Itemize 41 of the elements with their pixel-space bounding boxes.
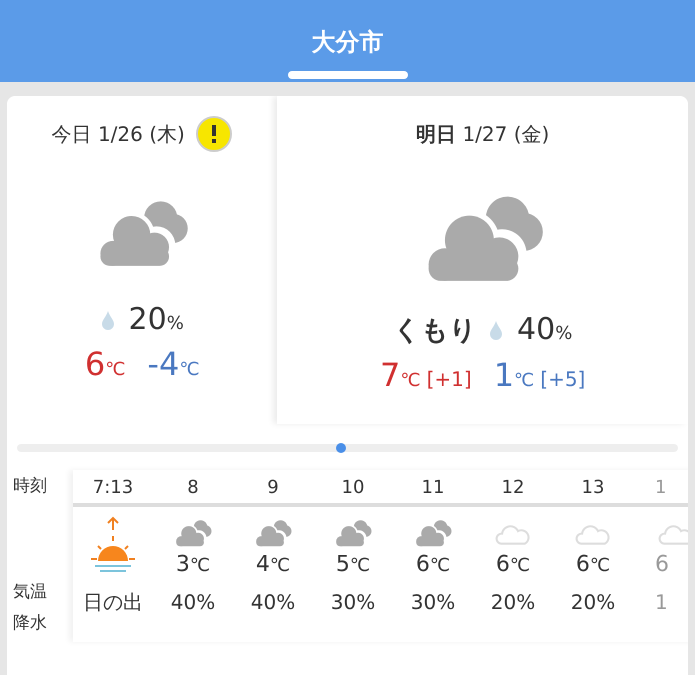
high-temp: 6℃ <box>84 345 126 383</box>
hour-precip: 40% <box>250 589 296 616</box>
precip-chance: 20% <box>128 302 184 337</box>
precip-chance: 40% <box>517 312 572 347</box>
hour-temp: 6℃ <box>416 552 450 579</box>
row-label: 時刻 <box>13 474 48 498</box>
row-label: 降水 <box>13 612 48 635</box>
hour-precip: 30% <box>330 589 376 616</box>
date-label: 今日 1/26 (木) <box>52 120 185 148</box>
hour-precip: 30% <box>410 589 456 616</box>
timeline-slider[interactable] <box>17 444 678 452</box>
low-temp: 1℃ [+5] <box>494 356 586 394</box>
date-label: 明日 1/27 (金) <box>416 120 550 148</box>
hour-temp: 6℃ <box>496 552 530 579</box>
low-temp: -4℃ <box>147 345 200 383</box>
hour-label: 7:13 <box>92 476 134 500</box>
row-label: 気温 <box>13 580 48 603</box>
high-temp: 7℃ [+1] <box>380 356 472 394</box>
slider-thumb[interactable] <box>336 443 346 453</box>
hour-precip: 40% <box>170 589 216 616</box>
hour-temp: 6 <box>655 552 669 579</box>
hour-label: 11 <box>422 476 444 500</box>
hour-precip: 20% <box>490 589 536 616</box>
hour-label: 12 <box>502 476 524 500</box>
city-title: 大分市 <box>312 27 384 58</box>
hour-temp: 5℃ <box>336 552 370 579</box>
hour-label: 13 <box>582 476 604 500</box>
raindrop-icon <box>489 320 504 340</box>
raindrop-icon <box>100 310 115 330</box>
hour-label: 9 <box>267 476 279 500</box>
warning-icon[interactable] <box>194 115 233 153</box>
hour-temp: 6℃ <box>576 552 610 579</box>
hour-precip: 日の出 <box>83 588 143 616</box>
hour-precip: 1 <box>655 589 668 616</box>
hour-temp: 4℃ <box>256 552 290 579</box>
hour-precip: 20% <box>570 589 616 616</box>
hour-label: 8 <box>187 476 199 500</box>
hour-temp: 3℃ <box>176 552 210 579</box>
hour-label: 1 <box>655 476 666 500</box>
weather-text: くもり <box>393 314 478 348</box>
hour-label: 10 <box>342 476 364 500</box>
